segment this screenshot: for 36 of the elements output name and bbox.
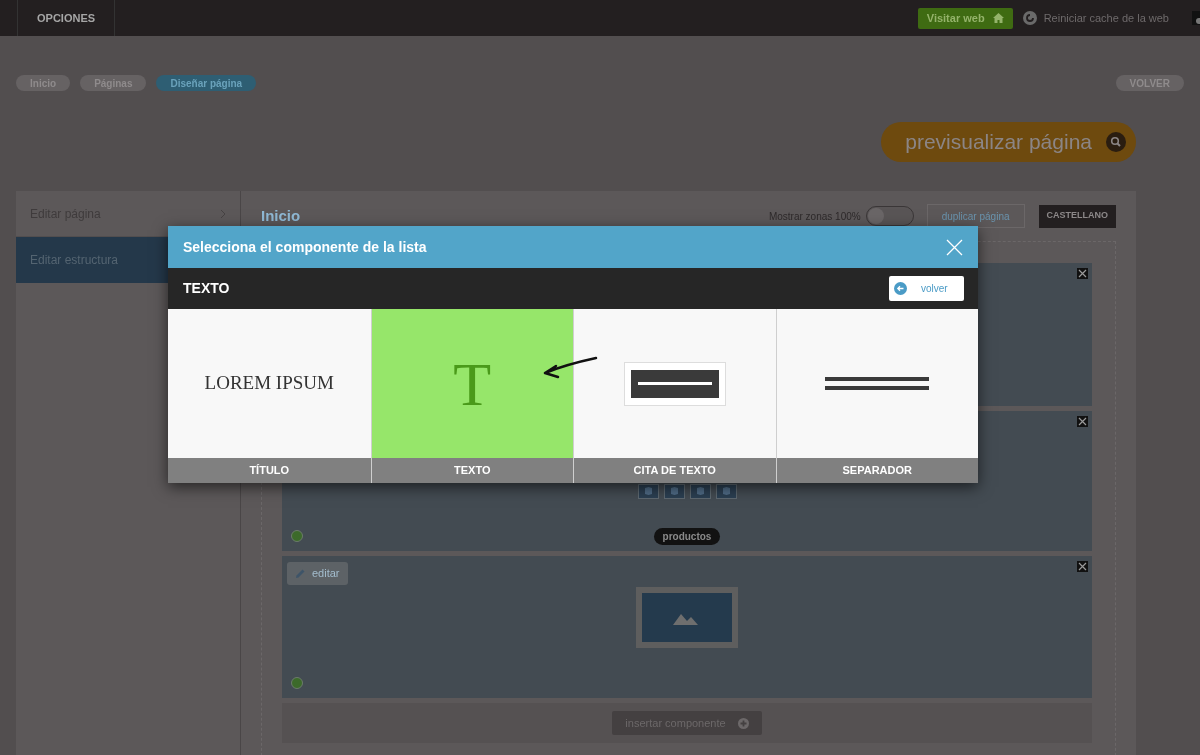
close-icon[interactable] <box>1077 416 1088 427</box>
tile-label: TÍTULO <box>168 458 371 483</box>
tile-label: SEPARADOR <box>776 458 978 483</box>
title-sample: LOREM IPSUM <box>204 371 334 396</box>
product-icon <box>637 484 659 499</box>
product-icon <box>663 484 685 499</box>
home-icon <box>992 13 1004 23</box>
zones-toggle[interactable] <box>865 206 914 226</box>
preview-button[interactable]: previsualizar página <box>881 122 1136 162</box>
tile-label: CITA DE TEXTO <box>574 458 776 483</box>
edit-button[interactable]: editar <box>287 562 348 585</box>
breadcrumb-tab[interactable]: Diseñar página <box>156 75 257 91</box>
text-sample: T <box>453 352 492 415</box>
pencil-icon <box>295 568 306 579</box>
product-icon <box>689 484 711 499</box>
language-button[interactable]: CASTELLANO <box>1038 204 1116 228</box>
back-button[interactable]: volver <box>889 276 964 301</box>
page-title: Inicio <box>261 205 301 226</box>
product-icon <box>715 484 737 499</box>
plus-icon <box>737 717 749 729</box>
separator-icon <box>825 376 930 391</box>
search-icon <box>1106 132 1126 152</box>
visit-web-button[interactable]: Visitar web <box>917 7 1013 29</box>
avatar-icon[interactable] <box>1192 11 1200 25</box>
close-icon[interactable] <box>1077 268 1088 279</box>
options-menu[interactable]: OPCIONES <box>37 9 96 27</box>
arrow-icon <box>542 356 598 380</box>
quote-icon <box>623 361 726 406</box>
refresh-icon <box>1022 11 1037 25</box>
image-placeholder-icon <box>636 587 738 648</box>
tile-label: TEXTO <box>371 458 573 483</box>
close-icon[interactable] <box>1077 561 1088 572</box>
zone-badge: productos <box>653 528 721 545</box>
chevron-right-icon <box>220 208 226 219</box>
arrow-left-icon <box>894 282 907 295</box>
reset-cache-link[interactable]: Reiniciar cache de la web <box>1043 9 1169 27</box>
